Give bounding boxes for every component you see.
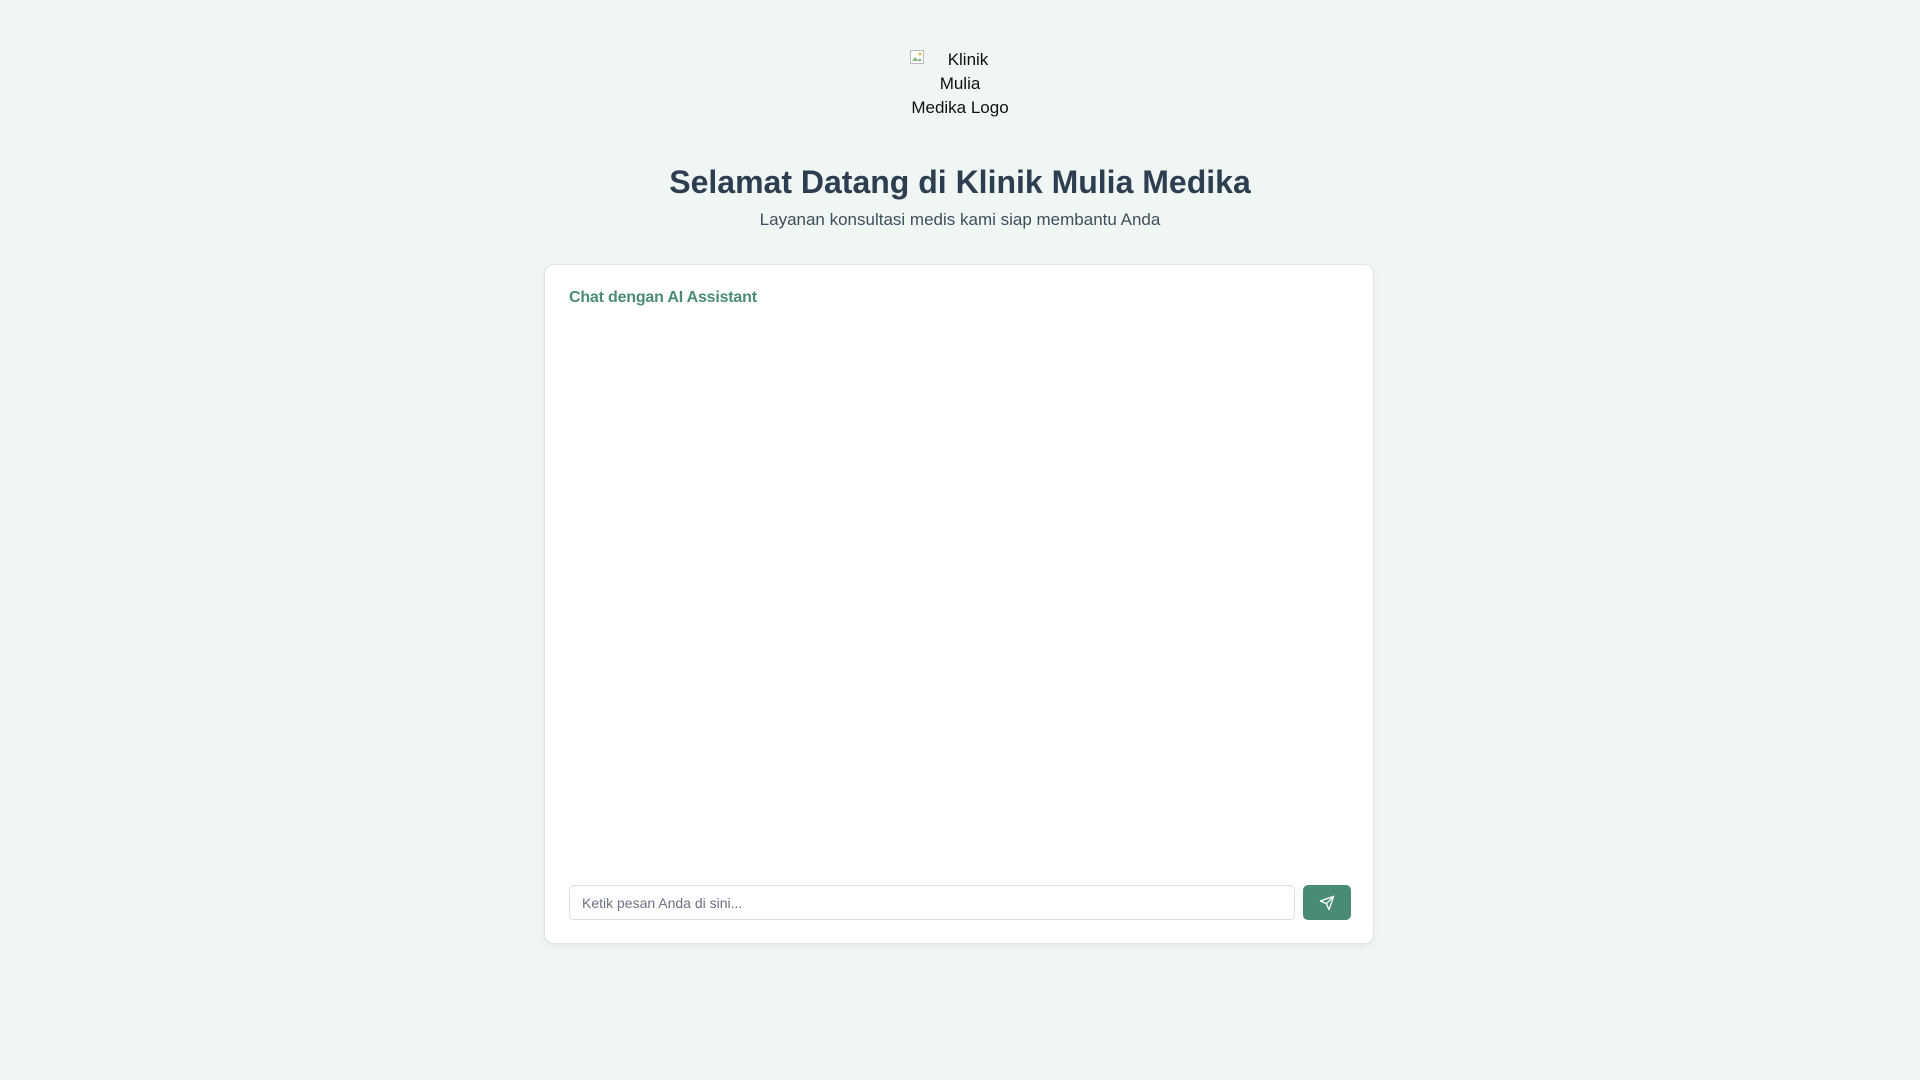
page-title: Selamat Datang di Klinik Mulia Medika	[669, 164, 1251, 200]
logo: Klinik Mulia Medika Logo	[908, 48, 1012, 124]
send-button[interactable]	[1303, 885, 1351, 920]
chat-title: Chat dengan AI Assistant	[569, 289, 757, 306]
broken-image-icon	[910, 50, 924, 64]
page-subtitle: Layanan konsultasi medis kami siap memba…	[759, 210, 1161, 229]
chat-card: Chat dengan AI Assistant	[544, 264, 1374, 944]
chat-messages-area[interactable]	[569, 325, 1349, 863]
send-icon	[1319, 895, 1335, 910]
message-input[interactable]	[569, 885, 1295, 920]
